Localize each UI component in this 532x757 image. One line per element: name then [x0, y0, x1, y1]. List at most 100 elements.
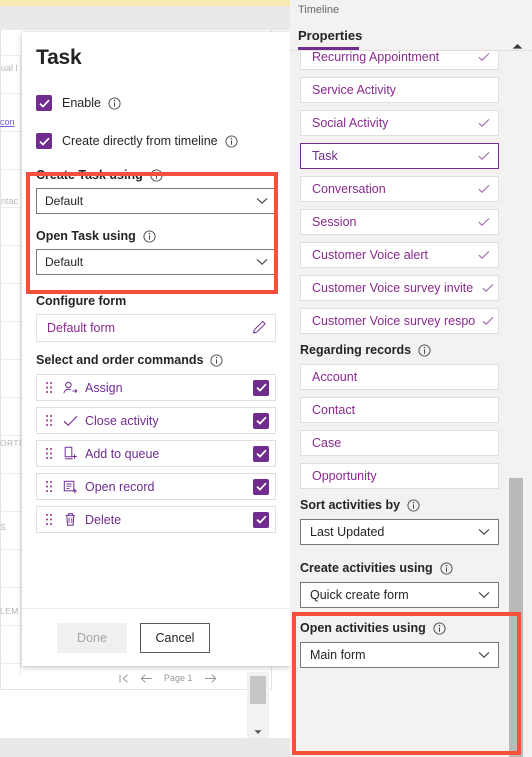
commands-label-row: Select and order commands	[36, 353, 276, 367]
create-task-using-label-row: Create Task using	[36, 168, 276, 182]
sort-activities-select[interactable]: Last Updated	[300, 519, 499, 545]
scroll-down-arrow-icon[interactable]	[250, 726, 266, 738]
tab-properties[interactable]: Properties	[298, 28, 362, 43]
background-link[interactable]: con	[0, 117, 15, 127]
command-row-close-activity[interactable]: Close activity	[36, 407, 276, 434]
activity-pill-customer-voice-survey-invite[interactable]: Customer Voice survey invite	[300, 275, 499, 301]
command-checkbox[interactable]	[253, 478, 269, 495]
chevron-down-icon	[256, 255, 268, 269]
activity-label: Recurring Appointment	[312, 51, 440, 64]
command-label: Assign	[85, 380, 123, 395]
command-checkbox[interactable]	[253, 379, 269, 396]
activity-label: Customer Voice alert	[312, 248, 429, 262]
activity-pill-recurring-appointment[interactable]: Recurring Appointment	[300, 51, 499, 70]
command-row-open-record[interactable]: Open record	[36, 473, 276, 500]
drag-handle-icon[interactable]	[45, 414, 55, 427]
regarding-pill-opportunity[interactable]: Opportunity	[300, 463, 499, 489]
regarding-label: Account	[312, 370, 358, 384]
create-directly-checkbox-row[interactable]: Create directly from timeline	[36, 130, 276, 152]
info-icon[interactable]	[108, 96, 121, 110]
info-icon[interactable]	[225, 134, 238, 148]
info-icon[interactable]	[210, 353, 223, 367]
command-checkbox[interactable]	[253, 445, 269, 462]
drag-handle-icon[interactable]	[45, 513, 55, 526]
previous-page-icon[interactable]	[140, 673, 153, 684]
background-text-1: ntac	[1, 196, 19, 206]
create-activities-select[interactable]: Quick create form	[300, 582, 499, 608]
info-icon[interactable]	[433, 621, 446, 635]
dialog-title: Task	[36, 46, 82, 69]
next-page-icon[interactable]	[204, 673, 217, 684]
create-activities-value: Quick create form	[310, 588, 409, 602]
pencil-icon[interactable]	[252, 320, 267, 337]
regarding-pill-case[interactable]: Case	[300, 430, 499, 456]
activity-pill-service-activity[interactable]: Service Activity	[300, 77, 499, 103]
regarding-pill-account[interactable]: Account	[300, 364, 499, 390]
command-row-delete[interactable]: Delete	[36, 506, 276, 533]
trash-icon	[63, 512, 83, 527]
drag-handle-icon[interactable]	[45, 447, 55, 460]
create-activities-label-row: Create activities using	[300, 561, 522, 575]
first-page-icon[interactable]	[118, 673, 129, 684]
checkmark-icon	[478, 218, 490, 227]
drag-handle-icon[interactable]	[45, 381, 55, 394]
open-task-using-label: Open Task using	[36, 229, 136, 243]
default-form-row[interactable]: Default form	[36, 314, 276, 342]
info-icon[interactable]	[143, 229, 156, 243]
activity-pill-customer-voice-alert[interactable]: Customer Voice alert	[300, 242, 499, 268]
screen: ual l con ntac ORTI S LEM Page 1 Task En…	[0, 0, 532, 757]
checkmark-icon	[63, 415, 83, 427]
info-icon[interactable]	[418, 343, 431, 357]
checkmark-icon	[482, 317, 494, 326]
background-scrollbar-thumb[interactable]	[250, 676, 266, 704]
cancel-button[interactable]: Cancel	[140, 623, 210, 653]
activity-pill-customer-voice-survey-response[interactable]: Customer Voice survey respo	[300, 308, 499, 334]
done-button[interactable]: Done	[57, 623, 127, 653]
enable-checkbox-row[interactable]: Enable	[36, 92, 276, 114]
background-text-3: S	[0, 522, 7, 532]
panel-content: Recurring Appointment Service Activity S…	[290, 51, 532, 668]
info-icon[interactable]	[440, 561, 453, 575]
create-task-using-value: Default	[45, 194, 84, 208]
regarding-records-label: Regarding records	[300, 343, 412, 357]
activity-pill-task[interactable]: Task	[300, 143, 499, 169]
info-icon[interactable]	[150, 168, 163, 182]
drag-handle-icon[interactable]	[45, 480, 55, 493]
sort-activities-label: Sort activities by	[300, 498, 401, 512]
command-label: Close activity	[85, 413, 159, 428]
checkmark-icon	[478, 119, 490, 128]
command-row-add-to-queue[interactable]: Add to queue	[36, 440, 276, 467]
background-toolbar	[0, 6, 290, 30]
create-activities-label: Create activities using	[300, 561, 433, 575]
add-to-queue-icon	[63, 446, 83, 461]
activity-pill-conversation[interactable]: Conversation	[300, 176, 499, 202]
dialog-footer: Done Cancel	[22, 608, 290, 666]
panel-scrollbar-thumb[interactable]	[509, 478, 523, 757]
info-icon[interactable]	[407, 498, 420, 512]
open-activities-select[interactable]: Main form	[300, 642, 499, 668]
activity-pill-social-activity[interactable]: Social Activity	[300, 110, 499, 136]
command-label: Delete	[85, 512, 122, 527]
chevron-down-icon	[478, 525, 490, 539]
regarding-pill-contact[interactable]: Contact	[300, 397, 499, 423]
background-text-0: ual l	[1, 63, 18, 73]
create-directly-checkbox[interactable]	[36, 133, 52, 149]
command-checkbox[interactable]	[253, 412, 269, 429]
open-task-using-select[interactable]: Default	[36, 249, 276, 275]
task-dialog: Task Enable Create directly from timelin…	[22, 32, 290, 666]
create-task-using-label: Create Task using	[36, 168, 143, 182]
enable-checkbox[interactable]	[36, 95, 52, 111]
breadcrumb: Timeline	[298, 4, 340, 16]
checkmark-icon	[478, 251, 490, 260]
command-row-assign[interactable]: Assign	[36, 374, 276, 401]
chevron-down-icon	[256, 194, 268, 208]
create-task-using-select[interactable]: Default	[36, 188, 276, 214]
activity-pill-session[interactable]: Session	[300, 209, 499, 235]
activity-label: Service Activity	[312, 83, 397, 97]
configure-form-label: Configure form	[36, 294, 127, 308]
enable-label: Enable	[62, 96, 101, 110]
regarding-records-label-row: Regarding records	[300, 343, 522, 357]
open-task-using-label-row: Open Task using	[36, 229, 276, 243]
command-checkbox[interactable]	[253, 511, 269, 528]
open-task-using-value: Default	[45, 255, 84, 269]
